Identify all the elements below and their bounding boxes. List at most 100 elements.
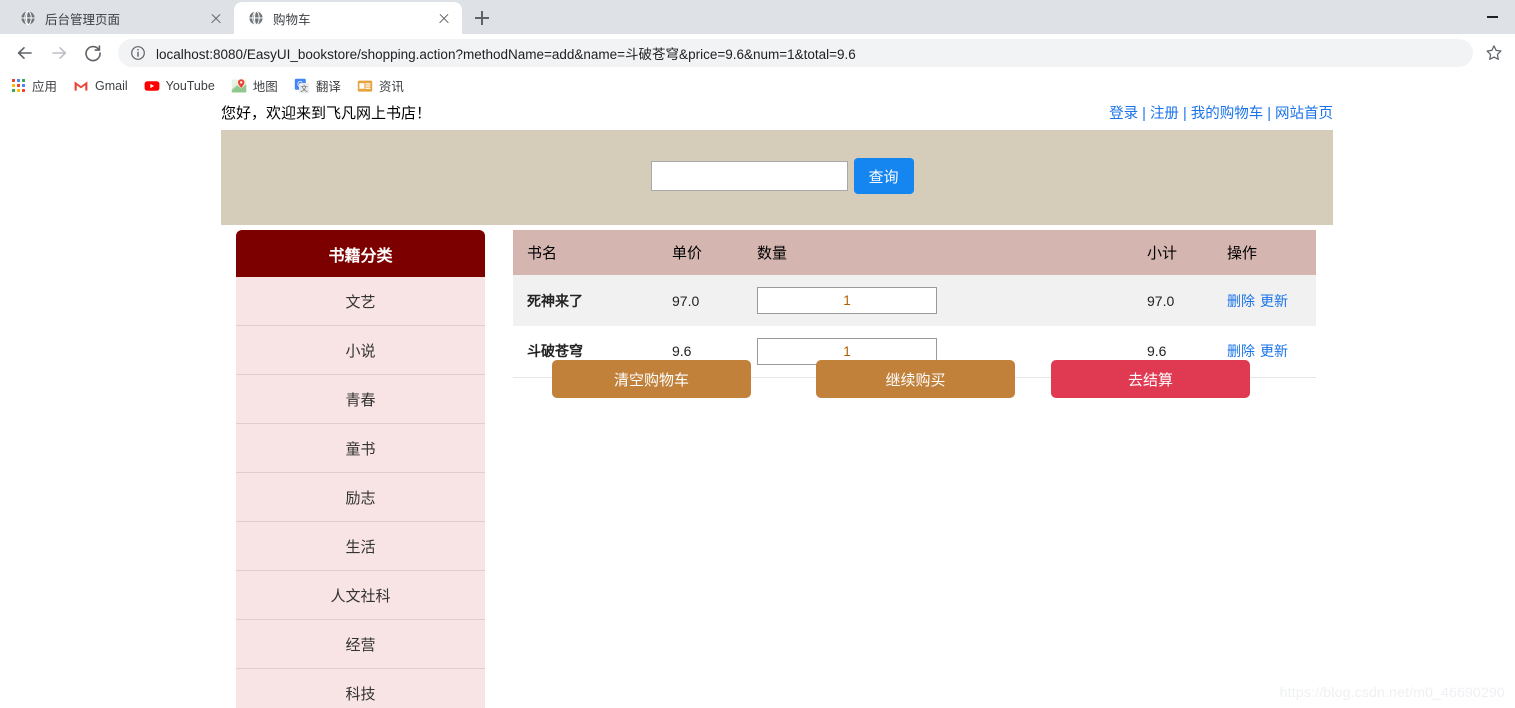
bookstore-page: 您好，欢迎来到飞凡网上书店！ 登录 | 注册 | 我的购物车 | 网站首页 查询 书籍分类 … bbox=[0, 97, 1515, 708]
delete-link[interactable]: 删除 bbox=[1227, 343, 1255, 359]
maps-pin-icon bbox=[231, 78, 246, 92]
bookmark-news[interactable]: 资讯 bbox=[357, 76, 404, 95]
url-text: localhost:8080/EasyUI_bookstore/shopping… bbox=[156, 47, 856, 62]
search-banner: 查询 bbox=[221, 130, 1333, 225]
address-bar[interactable]: localhost:8080/EasyUI_bookstore/shopping… bbox=[118, 39, 1473, 67]
close-icon[interactable] bbox=[208, 10, 224, 26]
search-form: 查询 bbox=[650, 158, 914, 194]
browser-tab-admin[interactable]: 后台管理页面 bbox=[6, 2, 234, 34]
search-button[interactable]: 查询 bbox=[853, 158, 914, 194]
sidebar-item-label: 经营 bbox=[345, 636, 376, 654]
minimize-icon[interactable] bbox=[1470, 0, 1515, 34]
sidebar-title: 书籍分类 bbox=[236, 230, 485, 277]
column-header-spacer bbox=[988, 230, 1133, 275]
translate-icon: G 文 bbox=[294, 78, 310, 93]
browser-window: 后台管理页面 购物车 localhost:8080/EasyUI_booksto… bbox=[0, 0, 1515, 708]
clear-cart-button[interactable]: 清空购物车 bbox=[552, 360, 751, 398]
sidebar-item-label: 文艺 bbox=[345, 293, 376, 311]
nav-separator: | bbox=[1142, 105, 1146, 122]
sidebar-item-novel[interactable]: 小说 bbox=[236, 326, 485, 375]
bookmark-label: YouTube bbox=[165, 78, 215, 93]
reload-icon[interactable] bbox=[78, 38, 108, 68]
bookmarks-bar: 应用 Gmail YouTube 地图 文 翻译 资讯 bbox=[0, 72, 1515, 100]
bookmark-translate[interactable]: G 文 翻译 bbox=[294, 76, 341, 95]
news-icon bbox=[357, 80, 373, 92]
site-header: 您好，欢迎来到飞凡网上书店！ 登录 | 注册 | 我的购物车 | 网站首页 bbox=[221, 97, 1333, 127]
watermark: https://blog.csdn.net/m0_46690290 bbox=[1279, 684, 1505, 700]
sidebar-item-label: 生活 bbox=[345, 538, 376, 556]
column-header-price: 单价 bbox=[658, 230, 743, 275]
tab-strip: 后台管理页面 购物车 bbox=[0, 0, 1515, 34]
cell-subtotal: 97.0 bbox=[1133, 275, 1213, 326]
cell-operations: 删除 更新 bbox=[1213, 275, 1316, 326]
cart-table-container: 书名 单价 数量 小计 操作 死神来了 97.0 1 97.0 删除 更新 斗破… bbox=[513, 230, 1316, 378]
cell-quantity bbox=[743, 275, 1133, 326]
youtube-icon bbox=[144, 80, 160, 91]
sidebar-item-humanities[interactable]: 人文社科 bbox=[236, 571, 485, 620]
globe-icon bbox=[21, 10, 35, 26]
bookmark-label: 翻译 bbox=[315, 80, 341, 94]
nav-separator: | bbox=[1267, 105, 1271, 122]
bookmark-label: 地图 bbox=[252, 80, 278, 94]
bookmark-gmail[interactable]: Gmail bbox=[73, 78, 128, 94]
bookmark-label: Gmail bbox=[95, 78, 128, 93]
sidebar-item-label: 童书 bbox=[345, 440, 376, 458]
quantity-input[interactable] bbox=[757, 287, 937, 314]
apps-grid-icon bbox=[10, 78, 26, 94]
site-nav-links: 登录 | 注册 | 我的购物车 | 网站首页 bbox=[1109, 102, 1333, 123]
cart-table: 书名 单价 数量 小计 操作 死神来了 97.0 1 97.0 删除 更新 斗破… bbox=[513, 230, 1316, 378]
column-header-name: 书名 bbox=[513, 230, 658, 275]
bookmark-apps[interactable]: 应用 bbox=[10, 76, 57, 95]
bookmark-youtube[interactable]: YouTube bbox=[144, 78, 215, 94]
sidebar-item-label: 青春 bbox=[345, 391, 376, 409]
forward-arrow-icon bbox=[44, 38, 74, 68]
gmail-icon bbox=[74, 80, 88, 91]
bookmark-label: 应用 bbox=[32, 80, 58, 94]
sidebar-item-technology[interactable]: 科技 bbox=[236, 669, 485, 708]
nav-link-login[interactable]: 登录 bbox=[1109, 106, 1138, 122]
delete-link[interactable]: 删除 bbox=[1227, 293, 1255, 309]
window-controls bbox=[1470, 0, 1515, 34]
bookmark-maps[interactable]: 地图 bbox=[231, 76, 278, 95]
table-row: 死神来了 97.0 97.0 删除更新 bbox=[513, 275, 1316, 326]
table-header-row: 书名 单价 数量 小计 操作 bbox=[513, 230, 1316, 275]
category-sidebar: 书籍分类 文艺 小说 青春 童书 励志 生活 人文社科 经营 科技 bbox=[236, 230, 485, 708]
tab-title: 购物车 bbox=[273, 12, 311, 27]
welcome-message: 您好，欢迎来到飞凡网上书店！ bbox=[221, 104, 432, 122]
info-circle-icon[interactable] bbox=[130, 45, 146, 61]
new-tab-button[interactable] bbox=[468, 4, 496, 32]
nav-separator: | bbox=[1182, 105, 1187, 122]
cell-unit-price: 97.0 bbox=[658, 275, 743, 326]
column-header-operations: 操作 bbox=[1213, 230, 1316, 275]
sidebar-item-label: 小说 bbox=[345, 342, 376, 360]
sidebar-item-label: 人文社科 bbox=[330, 587, 391, 605]
browser-toolbar: localhost:8080/EasyUI_bookstore/shopping… bbox=[0, 34, 1515, 72]
sidebar-item-life[interactable]: 生活 bbox=[236, 522, 485, 571]
star-icon[interactable] bbox=[1483, 42, 1505, 64]
cart-actions: 清空购物车 继续购买 去结算 bbox=[513, 360, 1316, 400]
sidebar-item-inspiration[interactable]: 励志 bbox=[236, 473, 485, 522]
search-input[interactable] bbox=[650, 161, 848, 191]
update-link[interactable]: 更新 bbox=[1260, 343, 1288, 359]
nav-link-my-cart[interactable]: 我的购物车 bbox=[1191, 106, 1264, 122]
continue-shopping-button[interactable]: 继续购买 bbox=[816, 360, 1015, 398]
sidebar-item-youth[interactable]: 青春 bbox=[236, 375, 485, 424]
svg-text:文: 文 bbox=[300, 84, 308, 93]
column-header-quantity: 数量 bbox=[743, 230, 988, 275]
back-arrow-icon[interactable] bbox=[10, 38, 40, 68]
column-header-subtotal: 小计 bbox=[1133, 230, 1213, 275]
checkout-button[interactable]: 去结算 bbox=[1051, 360, 1250, 398]
globe-icon bbox=[249, 10, 263, 26]
sidebar-item-business[interactable]: 经营 bbox=[236, 620, 485, 669]
nav-link-home[interactable]: 网站首页 bbox=[1275, 106, 1333, 122]
nav-link-register[interactable]: 注册 bbox=[1150, 106, 1179, 122]
browser-tab-cart[interactable]: 购物车 bbox=[234, 2, 462, 34]
update-link[interactable]: 更新 bbox=[1260, 293, 1288, 309]
sidebar-item-childrens[interactable]: 童书 bbox=[236, 424, 485, 473]
cell-book-name: 死神来了 bbox=[513, 275, 658, 326]
sidebar-item-literature[interactable]: 文艺 bbox=[236, 277, 485, 326]
bookmark-label: 资讯 bbox=[378, 80, 404, 94]
tab-title: 后台管理页面 bbox=[45, 12, 121, 27]
sidebar-item-label: 励志 bbox=[345, 489, 376, 507]
close-icon[interactable] bbox=[436, 10, 452, 26]
